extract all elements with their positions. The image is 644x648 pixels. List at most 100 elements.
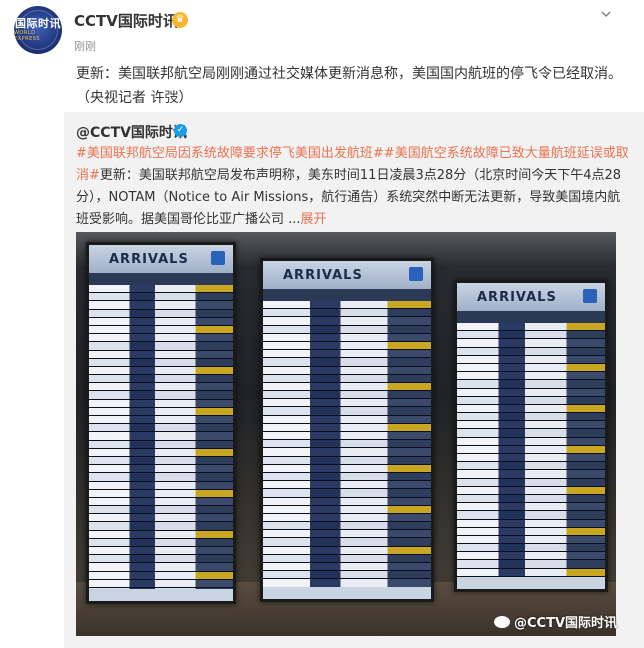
avatar-logo-subtext: WORLD EXPRESS [14, 30, 41, 42]
board-row [457, 372, 605, 381]
board-row [457, 552, 605, 561]
board-row [89, 342, 233, 351]
board-row [263, 415, 431, 424]
board-row [457, 347, 605, 356]
board-row [457, 323, 605, 332]
avatar[interactable]: 国际时讯 WORLD EXPRESS [14, 6, 62, 54]
board-row [89, 293, 233, 302]
board-row [263, 505, 431, 514]
board-row [89, 481, 233, 490]
board-title: ARRIVALS [477, 289, 557, 305]
board-row [89, 555, 233, 564]
board-row [263, 358, 431, 367]
board-row [263, 522, 431, 531]
board-row [89, 440, 233, 449]
board-row [263, 341, 431, 351]
board-row [263, 513, 431, 523]
board-row [89, 465, 233, 474]
board-row [263, 374, 431, 383]
board-row [457, 421, 605, 430]
board-row [263, 325, 431, 334]
board-row [263, 432, 431, 441]
board-row [89, 473, 233, 482]
board-rows [263, 301, 431, 596]
board-row [89, 285, 233, 294]
board-row [457, 535, 605, 545]
board-row [263, 554, 431, 563]
plane-icon [211, 251, 225, 265]
board-row [89, 317, 233, 326]
board-row [457, 445, 605, 454]
retweet-username[interactable]: @CCTV国际时讯 [76, 122, 187, 142]
board-row [263, 464, 431, 473]
board-row [457, 396, 605, 405]
board-row [457, 527, 605, 536]
board-row [263, 538, 431, 547]
board-row [89, 571, 233, 580]
board-row [457, 544, 605, 553]
board-row [89, 309, 233, 318]
retweet-text: #美国联邦航空局因系统故障要求停飞美国出发航班##美国航空系统故障已致大量航班延… [76, 143, 632, 231]
retweet-card: @CCTV国际时讯 ✓ #美国联邦航空局因系统故障要求停飞美国出发航班##美国航… [64, 112, 644, 648]
board-row [89, 334, 233, 343]
board-row [263, 448, 431, 457]
board-row [263, 382, 431, 392]
board-row [457, 568, 605, 577]
board-row [89, 407, 233, 416]
board-row [89, 579, 233, 588]
board-row [457, 470, 605, 479]
plane-icon [409, 267, 423, 281]
post-username[interactable]: CCTV国际时讯 [74, 10, 178, 31]
board-row [89, 432, 233, 441]
board-row [263, 423, 431, 432]
board-row [263, 391, 431, 400]
expand-link[interactable]: 展开 [301, 212, 327, 227]
board-row [263, 563, 431, 572]
post-timestamp[interactable]: 刚刚 [74, 38, 96, 54]
arrivals-board-right: ARRIVALS [454, 280, 608, 592]
board-title: ARRIVALS [283, 267, 363, 283]
weibo-icon [494, 616, 510, 628]
board-row [89, 563, 233, 572]
retweet-body: 更新：美国联邦航空局发布声明称，美东时间11日凌晨3点28分（北京时间今天下午4… [76, 168, 622, 227]
board-row [263, 309, 431, 318]
board-row [457, 503, 605, 512]
board-row [457, 462, 605, 471]
board-rows [89, 285, 233, 597]
board-row [89, 366, 233, 376]
board-row [457, 486, 605, 495]
board-row [263, 456, 431, 465]
board-row [263, 407, 431, 416]
post-text: 更新：美国联邦航空局刚刚通过社交媒体更新消息称，美国国内航班的停飞令已经取消。（… [76, 66, 622, 106]
avatar-logo-text: 国际时讯 [15, 17, 61, 30]
airport-arrivals-photo[interactable]: ARRIVALS ARRIVALS ARRIVALS [76, 232, 616, 636]
board-row [89, 424, 233, 433]
board-row [89, 301, 233, 310]
board-row [89, 547, 233, 556]
plane-icon [583, 289, 597, 303]
board-row [263, 350, 431, 359]
board-row [89, 350, 233, 359]
hashtag-link[interactable]: #美国联邦航空局因系统故障要求停飞美国出发航班# [76, 146, 384, 161]
board-row [89, 375, 233, 384]
board-row [457, 413, 605, 422]
board-row [457, 429, 605, 438]
chevron-down-icon[interactable] [600, 8, 612, 20]
board-row [263, 366, 431, 375]
board-row [89, 358, 233, 367]
board-row [89, 522, 233, 531]
board-row [457, 331, 605, 340]
board-row [457, 511, 605, 520]
board-row [457, 478, 605, 487]
watermark: @CCTV国际时讯 [494, 612, 617, 631]
board-row [263, 481, 431, 490]
arrivals-board-left: ARRIVALS [86, 242, 236, 604]
board-row [457, 363, 605, 373]
board-row [457, 437, 605, 446]
board-row [263, 472, 431, 482]
board-row [457, 380, 605, 389]
board-row [89, 383, 233, 392]
board-row [263, 333, 431, 342]
board-row [89, 448, 233, 457]
board-row [263, 399, 431, 408]
